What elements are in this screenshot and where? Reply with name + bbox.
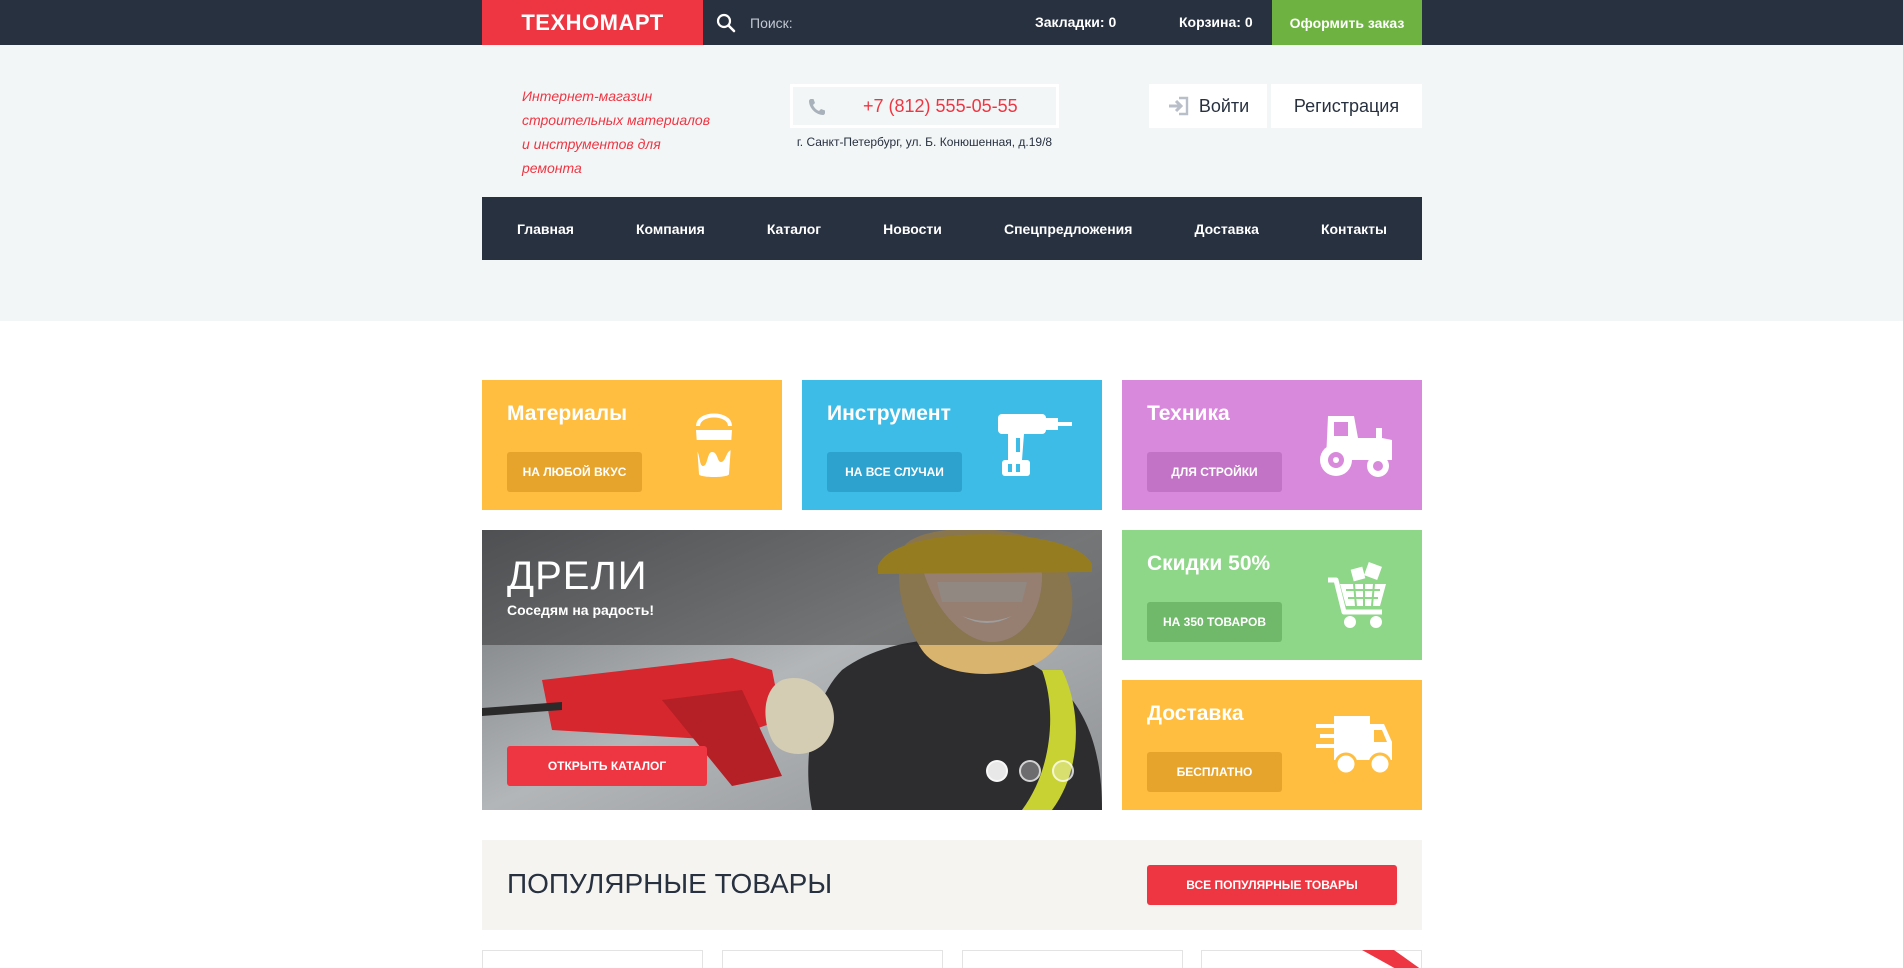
popular-title: ПОПУЛЯРНЫЕ ТОВАРЫ xyxy=(507,868,833,899)
top-bar: ТЕХНОМАРТ Закладки: 0 Корзина: 0 Оформит… xyxy=(0,0,1903,50)
tile-title: Доставка xyxy=(1147,702,1244,725)
store-address: г. Санкт-Петербург, ул. Б. Конюшенная, д… xyxy=(796,135,1053,149)
product-card[interactable] xyxy=(1201,950,1422,968)
delivery-button[interactable]: БЕСПЛАТНО xyxy=(1147,752,1282,792)
slider-dot-2[interactable] xyxy=(1019,760,1041,782)
truck-icon xyxy=(1316,716,1392,776)
cart-link[interactable]: Корзина: 0 xyxy=(1179,14,1253,30)
sale-button[interactable]: НА 350 ТОВАРОВ xyxy=(1147,602,1282,642)
hero-slider: ДРЕЛИ Соседям на радость! ОТКРЫТЬ КАТАЛО… xyxy=(482,530,1102,810)
tile-materials[interactable]: Материалы НА ЛЮБОЙ ВКУС xyxy=(482,380,782,510)
nav-item-offers[interactable]: Спецпредложения xyxy=(1004,221,1132,237)
tractor-icon xyxy=(1320,416,1392,477)
register-button[interactable]: Регистрация xyxy=(1271,84,1422,128)
product-card[interactable] xyxy=(722,950,943,968)
nav-item-contacts[interactable]: Контакты xyxy=(1321,221,1387,237)
tile-title: Техника xyxy=(1147,402,1230,425)
nav-item-catalog[interactable]: Каталог xyxy=(767,221,821,237)
tile-delivery[interactable]: Доставка БЕСПЛАТНО xyxy=(1122,680,1422,810)
search-input[interactable] xyxy=(750,10,970,36)
nav-item-company[interactable]: Компания xyxy=(636,221,705,237)
login-icon xyxy=(1168,96,1189,116)
tile-machinery[interactable]: Техника ДЛЯ СТРОЙКИ xyxy=(1122,380,1422,510)
all-popular-button[interactable]: ВСЕ ПОПУЛЯРНЫЕ ТОВАРЫ xyxy=(1147,865,1397,905)
open-catalog-button[interactable]: ОТКРЫТЬ КАТАЛОГ xyxy=(507,746,707,786)
site-tagline: Интернет-магазин строительных материалов… xyxy=(522,88,711,176)
tile-title: Инструмент xyxy=(827,402,951,425)
main-nav: Главная Компания Каталог Новости Спецпре… xyxy=(482,197,1422,260)
product-card[interactable] xyxy=(482,950,703,968)
slider-dot-1[interactable] xyxy=(986,760,1008,782)
slider-dot-3[interactable] xyxy=(1052,760,1074,782)
slider-subtitle: Соседям на радость! xyxy=(507,602,654,618)
tile-title: Материалы xyxy=(507,402,628,425)
materials-button[interactable]: НА ЛЮБОЙ ВКУС xyxy=(507,452,642,492)
phone-box: +7 (812) 555-05-55 xyxy=(790,84,1059,128)
machinery-button[interactable]: ДЛЯ СТРОЙКИ xyxy=(1147,452,1282,492)
search-icon[interactable] xyxy=(716,13,736,33)
phone-icon xyxy=(809,99,825,115)
nav-item-news[interactable]: Новости xyxy=(883,221,942,237)
tools-button[interactable]: НА ВСЕ СЛУЧАИ xyxy=(827,452,962,492)
slider-title: ДРЕЛИ xyxy=(507,554,648,598)
sale-ribbon-icon xyxy=(1362,950,1420,968)
site-logo[interactable]: ТЕХНОМАРТ xyxy=(482,0,703,50)
login-label: Войти xyxy=(1198,95,1250,116)
bookmarks-link[interactable]: Закладки: 0 xyxy=(1035,14,1116,30)
login-button[interactable]: Войти xyxy=(1149,84,1267,128)
shopping-cart-icon xyxy=(1328,562,1386,628)
tile-tools[interactable]: Инструмент НА ВСЕ СЛУЧАИ xyxy=(802,380,1102,510)
paint-bucket-icon xyxy=(696,413,732,477)
nav-item-delivery[interactable]: Доставка xyxy=(1195,221,1259,237)
tile-title: Скидки 50% xyxy=(1147,552,1271,575)
popular-section: ПОПУЛЯРНЫЕ ТОВАРЫ ВСЕ ПОПУЛЯРНЫЕ ТОВАРЫ xyxy=(482,840,1422,930)
product-card[interactable] xyxy=(962,950,1183,968)
phone-number[interactable]: +7 (812) 555-05-55 xyxy=(863,96,1018,117)
tile-sale[interactable]: Скидки 50% НА 350 ТОВАРОВ xyxy=(1122,530,1422,660)
checkout-button[interactable]: Оформить заказ xyxy=(1272,0,1422,45)
nav-item-home[interactable]: Главная xyxy=(517,221,574,237)
drill-icon xyxy=(998,414,1072,476)
